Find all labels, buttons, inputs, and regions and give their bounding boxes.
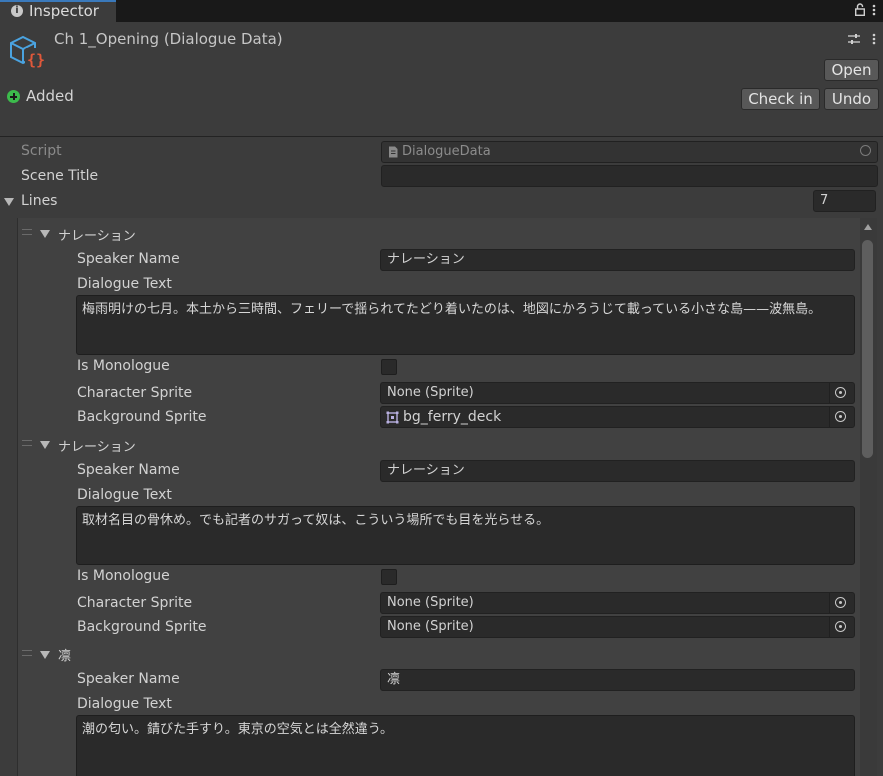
speaker-name-input[interactable]: ナレーション bbox=[380, 249, 855, 271]
script-value: DialogueData bbox=[402, 144, 491, 159]
speaker-name-input[interactable]: 凛 bbox=[380, 669, 855, 691]
is-monologue-label: Is Monologue bbox=[77, 358, 170, 374]
check-in-button[interactable]: Check in bbox=[741, 88, 820, 110]
foldout-arrow-icon[interactable] bbox=[40, 230, 50, 238]
background-sprite-label: Background Sprite bbox=[77, 409, 207, 425]
settings-icon[interactable] bbox=[847, 33, 861, 45]
background-sprite-value: None (Sprite) bbox=[387, 619, 474, 634]
speaker-name-label: Speaker Name bbox=[77, 671, 180, 687]
script-field: DialogueData bbox=[381, 141, 878, 163]
character-sprite-label: Character Sprite bbox=[77, 595, 193, 611]
scrollbar-thumb[interactable] bbox=[862, 240, 873, 458]
svg-text:{}: {} bbox=[27, 51, 45, 69]
is-monologue-label: Is Monologue bbox=[77, 568, 170, 584]
foldout-arrow-icon[interactable] bbox=[40, 441, 50, 449]
object-picker-button[interactable] bbox=[829, 383, 854, 403]
character-sprite-field[interactable]: None (Sprite) bbox=[380, 382, 855, 404]
speaker-name-label: Speaker Name bbox=[77, 251, 180, 267]
target-icon bbox=[835, 387, 846, 398]
foldout-arrow-icon[interactable] bbox=[4, 198, 14, 206]
open-button[interactable]: Open bbox=[824, 59, 879, 81]
dialogue-text-area[interactable]: 梅雨明けの七月。本土から三時間、フェリーで揺られてたどり着いたのは、地図にかろう… bbox=[76, 295, 855, 355]
dialogue-text-area[interactable]: 潮の匂い。錆びた手すり。東京の空気とは全然違う。 bbox=[76, 715, 855, 776]
undo-button[interactable]: Undo bbox=[824, 88, 879, 110]
dialogue-text-label: Dialogue Text bbox=[77, 696, 172, 712]
target-icon bbox=[835, 597, 846, 608]
asset-title: Ch 1_Opening (Dialogue Data) bbox=[54, 30, 283, 48]
info-icon: i bbox=[11, 5, 23, 17]
character-sprite-label: Character Sprite bbox=[77, 385, 193, 401]
element-header[interactable]: ナレーション bbox=[58, 436, 136, 455]
object-picker-button[interactable] bbox=[829, 617, 854, 637]
tab-label: Inspector bbox=[29, 2, 99, 20]
object-picker-button[interactable] bbox=[829, 593, 854, 613]
target-icon bbox=[835, 411, 846, 422]
drag-handle-icon[interactable] bbox=[22, 440, 32, 446]
tab-bar bbox=[0, 0, 883, 22]
dialogue-text-area[interactable]: 取材名目の骨休め。でも記者のサガって奴は、こういう場所でも目を光らせる。 bbox=[76, 506, 855, 565]
lock-icon[interactable] bbox=[855, 3, 865, 16]
background-sprite-field[interactable]: bg_ferry_deck bbox=[380, 406, 855, 428]
scriptable-object-icon: {} bbox=[10, 35, 46, 69]
drag-handle-icon[interactable] bbox=[22, 229, 32, 235]
background-sprite-field[interactable]: None (Sprite) bbox=[380, 616, 855, 638]
tab-inspector[interactable]: i Inspector bbox=[0, 0, 116, 22]
object-picker-button[interactable] bbox=[829, 407, 854, 427]
scroll-up-arrow-icon[interactable] bbox=[864, 224, 872, 230]
character-sprite-field[interactable]: None (Sprite) bbox=[380, 592, 855, 614]
scene-title-label: Scene Title bbox=[21, 168, 99, 184]
divider bbox=[0, 136, 883, 137]
speaker-name-label: Speaker Name bbox=[77, 462, 180, 478]
character-sprite-value: None (Sprite) bbox=[387, 595, 474, 610]
target-icon bbox=[835, 621, 846, 632]
dialogue-text-label: Dialogue Text bbox=[77, 276, 172, 292]
more-vertical-icon[interactable] bbox=[872, 33, 876, 45]
is-monologue-checkbox[interactable] bbox=[381, 569, 397, 585]
script-file-icon bbox=[389, 146, 398, 158]
script-label: Script bbox=[21, 143, 62, 159]
drag-handle-icon[interactable] bbox=[22, 650, 32, 656]
speaker-name-input[interactable]: ナレーション bbox=[380, 460, 855, 482]
lines-count-input[interactable]: 7 bbox=[813, 190, 876, 212]
element-header[interactable]: ナレーション bbox=[58, 225, 136, 244]
lines-label[interactable]: Lines bbox=[21, 193, 57, 209]
background-sprite-value: bg_ferry_deck bbox=[403, 409, 502, 425]
dialogue-text-label: Dialogue Text bbox=[77, 487, 172, 503]
sprite-icon bbox=[386, 411, 399, 424]
foldout-arrow-icon[interactable] bbox=[40, 651, 50, 659]
character-sprite-value: None (Sprite) bbox=[387, 385, 474, 400]
element-header[interactable]: 凛 bbox=[58, 645, 71, 664]
is-monologue-checkbox[interactable] bbox=[381, 359, 397, 375]
object-picker-icon bbox=[860, 145, 871, 156]
scene-title-input[interactable] bbox=[381, 165, 878, 187]
vcs-status-label: Added bbox=[26, 87, 74, 105]
added-status-icon bbox=[7, 90, 20, 103]
background-sprite-label: Background Sprite bbox=[77, 619, 207, 635]
more-vertical-icon[interactable] bbox=[872, 4, 876, 16]
